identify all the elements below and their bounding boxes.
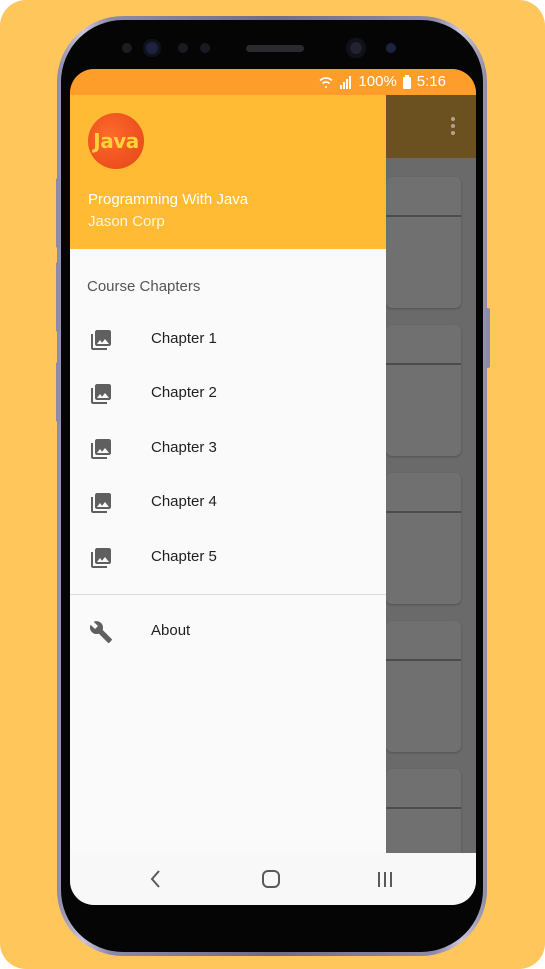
status-time: 5:16 xyxy=(416,73,446,90)
content-card[interactable] xyxy=(386,621,461,752)
iris-led-icon xyxy=(386,43,396,53)
content-card[interactable] xyxy=(386,473,461,604)
screen: 100% 5:16 Java Programming With Java Jas… xyxy=(70,69,476,905)
volume-up-button xyxy=(56,178,60,248)
proximity-sensor-icon xyxy=(178,43,188,53)
home-icon xyxy=(262,870,280,888)
app-title: Programming With Java xyxy=(88,191,249,208)
drawer-item-label: About xyxy=(151,622,191,639)
drawer-item-chapter-1[interactable]: Chapter 1 xyxy=(70,313,386,367)
photo-library-icon xyxy=(91,439,111,459)
sensor-icon xyxy=(122,43,132,53)
section-label: Course Chapters xyxy=(87,278,201,295)
signal-icon xyxy=(340,75,352,89)
light-sensor-icon xyxy=(200,43,210,53)
navigation-drawer: Java Programming With Java Jason Corp Co… xyxy=(70,95,386,853)
back-button[interactable] xyxy=(142,865,170,893)
drawer-item-chapter-4[interactable]: Chapter 4 xyxy=(70,476,386,530)
battery-icon xyxy=(402,75,411,89)
drawer-item-label: Chapter 5 xyxy=(151,548,217,565)
volume-down-button xyxy=(56,262,60,332)
bixby-button xyxy=(56,362,60,422)
drawer-item-label: Chapter 3 xyxy=(151,439,217,456)
java-logo: Java xyxy=(88,113,144,169)
recents-button[interactable] xyxy=(371,865,399,893)
front-camera-icon xyxy=(346,38,366,58)
back-icon xyxy=(150,870,160,888)
content-card[interactable] xyxy=(386,177,461,308)
drawer-item-label: Chapter 2 xyxy=(151,384,217,401)
status-bar: 100% 5:16 xyxy=(70,69,476,95)
drawer-header: Java Programming With Java Jason Corp xyxy=(70,95,386,249)
app-subtitle: Jason Corp xyxy=(88,213,165,230)
wrench-icon xyxy=(89,621,112,643)
app-toolbar xyxy=(386,95,476,158)
drawer-item-chapter-3[interactable]: Chapter 3 xyxy=(70,422,386,476)
drawer-item-chapter-5[interactable]: Chapter 5 xyxy=(70,531,386,585)
iris-scanner-icon xyxy=(143,39,161,57)
wifi-icon xyxy=(319,77,333,88)
photo-library-icon xyxy=(91,330,111,350)
recents-icon xyxy=(378,872,392,887)
photo-library-icon xyxy=(91,548,111,568)
drawer-item-about[interactable]: About xyxy=(70,605,386,659)
system-nav-bar xyxy=(70,853,476,905)
drawer-divider xyxy=(70,594,386,595)
background: 100% 5:16 Java Programming With Java Jas… xyxy=(0,0,545,969)
earpiece-speaker xyxy=(246,45,304,52)
content-card[interactable] xyxy=(386,325,461,456)
power-button xyxy=(486,308,490,368)
home-button[interactable] xyxy=(257,865,285,893)
photo-library-icon xyxy=(91,493,111,513)
more-options-icon[interactable] xyxy=(447,117,459,139)
drawer-item-label: Chapter 4 xyxy=(151,493,217,510)
photo-library-icon xyxy=(91,384,111,404)
logo-text: Java xyxy=(93,129,139,153)
battery-percent: 100% xyxy=(358,73,397,90)
drawer-item-chapter-2[interactable]: Chapter 2 xyxy=(70,367,386,421)
drawer-item-label: Chapter 1 xyxy=(151,330,217,347)
